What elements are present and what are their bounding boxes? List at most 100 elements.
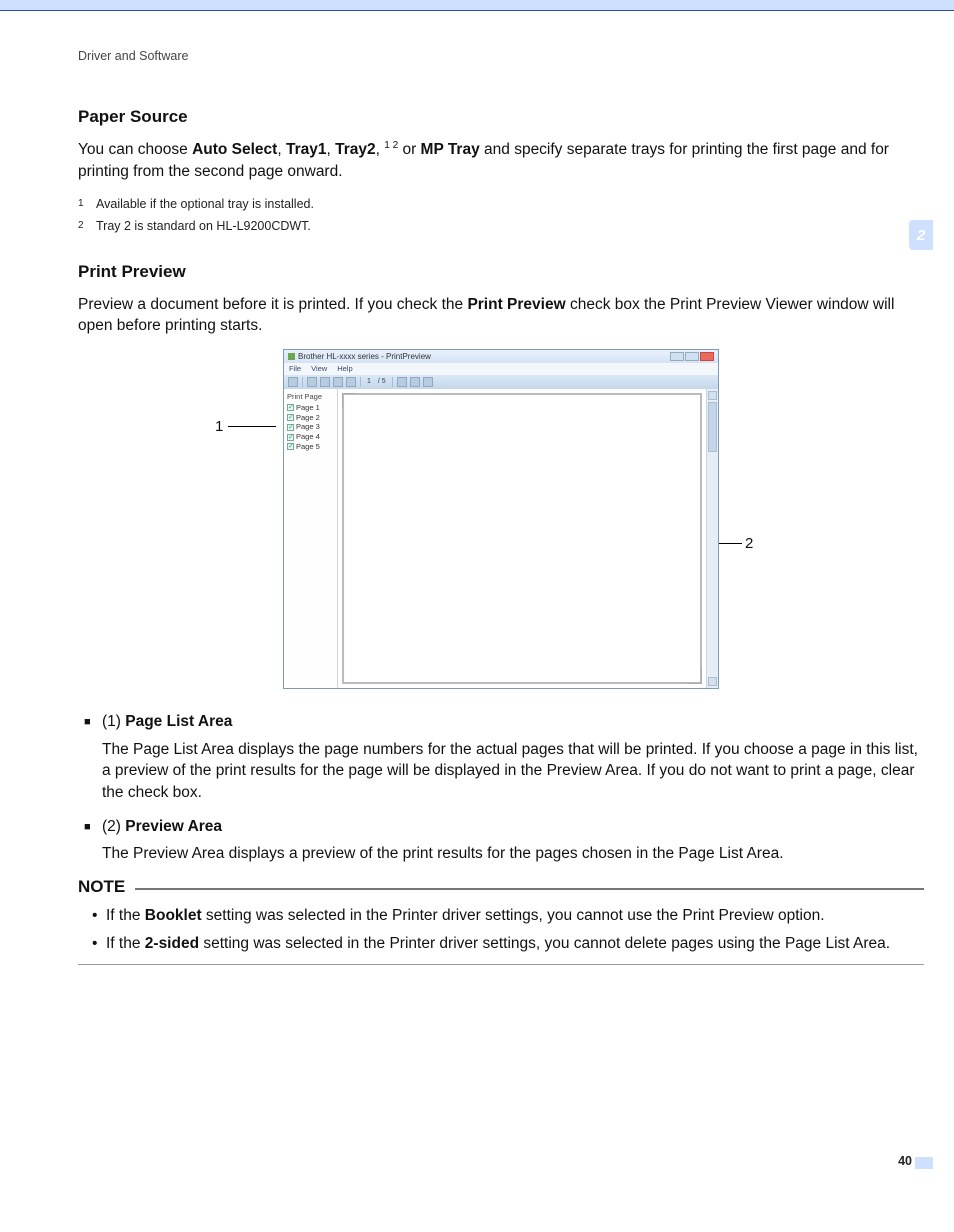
note-item: • If the Booklet setting was selected in…	[92, 905, 924, 927]
page-list-item[interactable]: Page 5	[287, 442, 334, 452]
preview-page	[342, 393, 702, 684]
text: (2)	[102, 818, 125, 835]
scroll-thumb[interactable]	[708, 402, 717, 452]
footnote: 2 Tray 2 is standard on HL-L9200CDWT.	[78, 215, 924, 238]
checkbox-icon[interactable]	[287, 404, 294, 411]
page-list-item[interactable]: Page 4	[287, 432, 334, 442]
checkbox-icon[interactable]	[287, 434, 294, 441]
checkbox-icon[interactable]	[287, 443, 294, 450]
print-preview-window: Brother HL-xxxx series - PrintPreview Fi…	[283, 349, 719, 689]
footnote-num: 1	[78, 193, 96, 216]
page-list-header: Print Page	[287, 392, 334, 401]
text: You can choose	[78, 141, 192, 158]
breadcrumb: Driver and Software	[78, 49, 924, 63]
bold: 2-sided	[145, 935, 199, 952]
menu-help[interactable]: Help	[337, 364, 352, 373]
note-item: • If the 2-sided setting was selected in…	[92, 933, 924, 955]
heading-paper-source: Paper Source	[78, 107, 924, 127]
footnotes: 1 Available if the optional tray is inst…	[78, 193, 924, 238]
callout-line	[228, 426, 276, 427]
square-bullet-icon	[84, 711, 102, 733]
bullet-icon: •	[92, 933, 106, 955]
zoom-fit-icon[interactable]	[397, 377, 407, 387]
checkbox-icon[interactable]	[287, 414, 294, 421]
menubar: File View Help	[284, 363, 718, 375]
text: If the	[106, 907, 145, 924]
footnote-num: 2	[78, 215, 96, 238]
page-number-accent	[915, 1157, 933, 1169]
area-desc: The Preview Area displays a preview of t…	[102, 843, 924, 865]
scroll-down-icon[interactable]	[708, 677, 717, 686]
menu-file[interactable]: File	[289, 364, 301, 373]
close-button[interactable]	[700, 352, 714, 361]
area-label: (2) Preview Area	[102, 816, 222, 838]
area-name: Preview Area	[125, 818, 222, 835]
separator	[360, 377, 361, 387]
page-number: 40	[898, 1154, 912, 1168]
first-page-icon[interactable]	[307, 377, 317, 387]
footnote-text: Available if the optional tray is instal…	[96, 193, 314, 216]
toolbar: 1 / 5	[284, 375, 718, 389]
chapter-tab: 2	[909, 220, 933, 250]
menu-view[interactable]: View	[311, 364, 327, 373]
window-titlebar: Brother HL-xxxx series - PrintPreview	[284, 350, 718, 363]
top-accent-bar	[0, 0, 954, 11]
bold: Booklet	[145, 907, 202, 924]
page-label: Page 5	[296, 442, 320, 452]
opt-tray2: Tray2	[335, 141, 376, 158]
maximize-button[interactable]	[685, 352, 699, 361]
scrollbar[interactable]	[706, 389, 718, 688]
divider	[135, 888, 924, 890]
area-name: Page List Area	[125, 713, 232, 730]
page-label: Page 1	[296, 403, 320, 413]
figure-print-preview: 1 2 Brother HL-xxxx series - PrintPrevie…	[78, 349, 924, 689]
print-icon[interactable]	[288, 377, 298, 387]
checkbox-icon[interactable]	[287, 424, 294, 431]
preview-area	[338, 389, 718, 688]
separator	[302, 377, 303, 387]
scroll-up-icon[interactable]	[708, 391, 717, 400]
zoom-in-icon[interactable]	[410, 377, 420, 387]
page-label: Page 2	[296, 413, 320, 423]
text: or	[398, 141, 420, 158]
opt-mp-tray: MP Tray	[421, 141, 480, 158]
page-label: Page 4	[296, 432, 320, 442]
text: (1)	[102, 713, 125, 730]
text: Preview a document before it is printed.…	[78, 296, 467, 313]
total-pages: / 5	[378, 378, 386, 385]
page-label: Page 3	[296, 422, 320, 432]
text: ,	[326, 141, 335, 158]
area-desc: The Page List Area displays the page num…	[102, 739, 924, 804]
note-text: If the 2-sided setting was selected in t…	[106, 933, 890, 955]
text: setting was selected in the Printer driv…	[199, 935, 890, 952]
note-label: NOTE	[78, 877, 135, 897]
divider	[78, 964, 924, 965]
page-list-item[interactable]: Page 1	[287, 403, 334, 413]
text: ,	[376, 141, 385, 158]
note-list: • If the Booklet setting was selected in…	[92, 905, 924, 954]
callout-2: 2	[745, 535, 753, 552]
area-label: (1) Page List Area	[102, 711, 232, 733]
page-list-item[interactable]: Page 2	[287, 413, 334, 423]
last-page-icon[interactable]	[346, 377, 356, 387]
print-preview-text: Preview a document before it is printed.…	[78, 294, 924, 337]
opt-tray1: Tray1	[286, 141, 327, 158]
prev-page-icon[interactable]	[320, 377, 330, 387]
opt-auto-select: Auto Select	[192, 141, 277, 158]
footnote-text: Tray 2 is standard on HL-L9200CDWT.	[96, 215, 311, 238]
heading-print-preview: Print Preview	[78, 262, 924, 282]
paper-source-text: You can choose Auto Select, Tray1, Tray2…	[78, 139, 924, 183]
next-page-icon[interactable]	[333, 377, 343, 387]
square-bullet-icon	[84, 816, 102, 838]
bullet-icon: •	[92, 905, 106, 927]
minimize-button[interactable]	[670, 352, 684, 361]
zoom-out-icon[interactable]	[423, 377, 433, 387]
page-list-item[interactable]: Page 3	[287, 422, 334, 432]
app-icon	[288, 353, 295, 360]
note-header: NOTE	[78, 877, 924, 897]
footnote-ref: 1 2	[384, 140, 398, 151]
callout-1: 1	[215, 418, 223, 435]
text: setting was selected in the Printer driv…	[202, 907, 825, 924]
window-title: Brother HL-xxxx series - PrintPreview	[298, 352, 431, 361]
note-text: If the Booklet setting was selected in t…	[106, 905, 825, 927]
